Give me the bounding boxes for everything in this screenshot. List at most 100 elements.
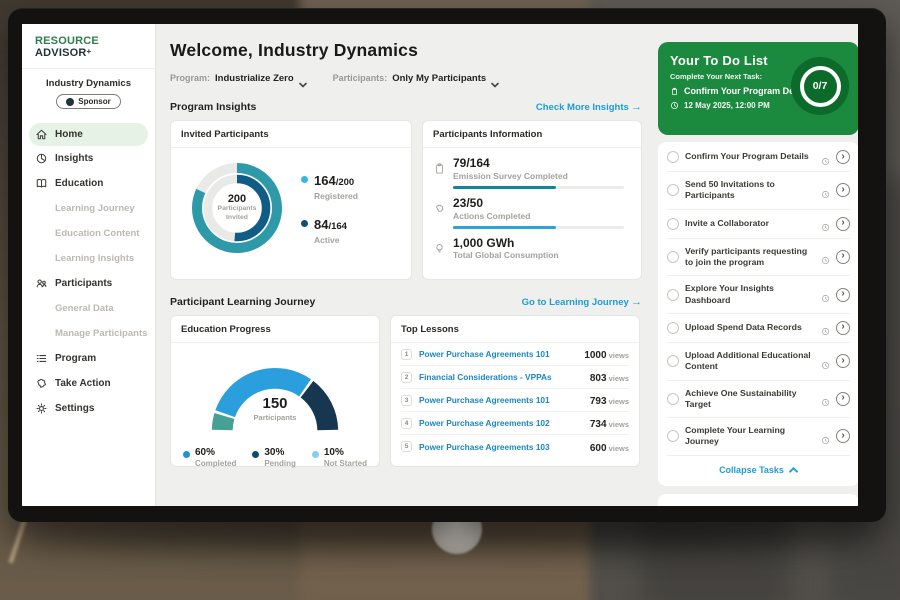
clock-icon xyxy=(821,323,830,332)
legend-dot xyxy=(252,451,259,458)
education-progress-card: Education Progress 150 Participants 60% … xyxy=(170,315,380,467)
lesson-row-5[interactable]: 5 Power Purchase Agreements 103 600views xyxy=(401,435,629,458)
checkbox[interactable] xyxy=(667,151,679,163)
lesson-link[interactable]: Power Purchase Agreements 103 xyxy=(419,442,583,452)
sidebar: RESOURCE ADVISOR+ Industry Dynamics Spon… xyxy=(22,24,156,506)
sidebar-item-label: Learning Journey xyxy=(55,203,135,214)
chevron-right-button[interactable] xyxy=(836,288,850,302)
lesson-views-unit: views xyxy=(609,397,629,406)
checkbox[interactable] xyxy=(667,218,679,230)
todo-next-date-label: 12 May 2025, 12:00 PM xyxy=(684,101,770,110)
sidebar-nav: Home Insights Education Learning Journey… xyxy=(22,123,155,421)
sidebar-item-learning-journey[interactable]: Learning Journey xyxy=(22,196,155,221)
todo-item-2: Send 50 Invitations to Participants xyxy=(667,172,850,210)
chevron-right-button[interactable] xyxy=(836,183,850,197)
sidebar-item-program[interactable]: Program xyxy=(22,346,155,371)
lesson-row-4[interactable]: 4 Power Purchase Agreements 102 734views xyxy=(401,412,629,435)
participants-filter[interactable]: Participants: Only My Participants xyxy=(333,73,500,84)
checkbox[interactable] xyxy=(667,430,679,442)
sidebar-item-manage-participants[interactable]: Manage Participants xyxy=(22,321,155,346)
chevron-right-button[interactable] xyxy=(836,150,850,164)
chevron-down-icon xyxy=(491,75,499,81)
sponsor-badge: Sponsor xyxy=(56,94,120,109)
collapse-tasks-link[interactable]: Collapse Tasks xyxy=(667,456,850,485)
lesson-link[interactable]: Power Purchase Agreements 101 xyxy=(419,395,583,405)
sidebar-item-education[interactable]: Education xyxy=(22,171,155,196)
todo-progress-ring: 0/7 xyxy=(791,57,849,115)
dashboard-screen: RESOURCE ADVISOR+ Industry Dynamics Spon… xyxy=(22,24,858,506)
participants-filter-label: Participants: xyxy=(333,73,388,83)
participants-filter-value: Only My Participants xyxy=(392,73,486,84)
sidebar-item-general-data[interactable]: General Data xyxy=(22,296,155,321)
chevron-right-button[interactable] xyxy=(836,354,850,368)
home-icon xyxy=(35,128,48,141)
bulb-icon xyxy=(433,242,446,255)
todo-item-label: Complete Your Learning Journey xyxy=(685,425,815,448)
checkbox[interactable] xyxy=(667,184,679,196)
chevron-up-icon xyxy=(789,467,798,473)
checkbox[interactable] xyxy=(667,289,679,301)
lesson-views-unit: views xyxy=(609,351,629,360)
check-more-insights-link[interactable]: Check More Insights xyxy=(536,101,642,113)
sidebar-item-label: General Data xyxy=(55,303,114,314)
sidebar-item-education-content[interactable]: Education Content xyxy=(22,221,155,246)
todo-list-card: Confirm Your Program Details Send 50 Inv… xyxy=(658,142,858,486)
chevron-right-button[interactable] xyxy=(836,217,850,231)
lesson-row-3[interactable]: 3 Power Purchase Agreements 101 793views xyxy=(401,389,629,412)
todo-summary-card: Your To Do List Complete Your Next Task:… xyxy=(658,42,858,135)
recent-news-card: Recent News xyxy=(658,494,858,506)
sidebar-item-settings[interactable]: Settings xyxy=(22,396,155,421)
sidebar-item-learning-insights[interactable]: Learning Insights xyxy=(22,246,155,271)
gear-icon xyxy=(35,402,48,415)
clock-icon xyxy=(821,252,830,261)
legend-total: /200 xyxy=(336,177,355,188)
chevron-right-button[interactable] xyxy=(836,392,850,406)
participants-information-card: Participants Information 79/164 Emission… xyxy=(422,120,642,280)
sidebar-item-home[interactable]: Home xyxy=(29,123,148,146)
puzzle-icon xyxy=(35,377,48,390)
todo-item-label: Explore Your Insights Dashboard xyxy=(685,283,815,306)
legend-item-registered: 164/200 Registered xyxy=(301,172,358,201)
sidebar-item-take-action[interactable]: Take Action xyxy=(22,371,155,396)
legend-item-active: 84/164 Active xyxy=(301,216,358,245)
lesson-link[interactable]: Power Purchase Agreements 102 xyxy=(419,418,583,428)
gauge-legend: 60% Completed 30% Pending 10% Not Starte… xyxy=(181,441,369,468)
todo-item-label: Send 50 Invitations to Participants xyxy=(685,179,815,202)
lesson-link[interactable]: Power Purchase Agreements 101 xyxy=(419,349,577,359)
legend-label: Pending xyxy=(264,459,296,468)
progress-track xyxy=(453,226,624,229)
lesson-row-2[interactable]: 2 Financial Considerations - VPPAs 803vi… xyxy=(401,366,629,389)
sidebar-item-label: Learning Insights xyxy=(55,253,134,264)
legend-item-pending: 30% Pending xyxy=(252,447,296,468)
legend-label: Completed xyxy=(195,459,236,468)
top-lessons-card: Top Lessons 1 Power Purchase Agreements … xyxy=(390,315,640,467)
lesson-row-1[interactable]: 1 Power Purchase Agreements 101 1000view… xyxy=(401,343,629,366)
brand-secondary: ADVISOR xyxy=(35,47,87,59)
chevron-right-button[interactable] xyxy=(836,321,850,335)
participants-information-stats: 79/164 Emission Survey Completed 23/50 A… xyxy=(433,148,631,260)
stat-value: 23/50 xyxy=(453,197,631,211)
checkbox[interactable] xyxy=(667,355,679,367)
checkbox[interactable] xyxy=(667,393,679,405)
participants-icon xyxy=(35,277,48,290)
stat-label: Actions Completed xyxy=(453,211,631,221)
chevron-right-button[interactable] xyxy=(836,429,850,443)
chevron-right-button[interactable] xyxy=(836,250,850,264)
sidebar-item-label: Take Action xyxy=(55,378,111,389)
donut-center-label: 200 Participants Invited xyxy=(187,158,287,258)
go-to-learning-journey-link[interactable]: Go to Learning Journey xyxy=(522,296,642,308)
learning-cards-row: Education Progress 150 Participants 60% … xyxy=(170,315,642,467)
checkbox[interactable] xyxy=(667,251,679,263)
sidebar-item-insights[interactable]: Insights xyxy=(22,146,155,171)
sidebar-item-participants[interactable]: Participants xyxy=(22,271,155,296)
checkbox[interactable] xyxy=(667,322,679,334)
lesson-views-unit: views xyxy=(609,374,629,383)
program-filter[interactable]: Program: Industrialize Zero xyxy=(170,73,307,84)
list-icon xyxy=(35,352,48,365)
lesson-link[interactable]: Financial Considerations - VPPAs xyxy=(419,372,583,382)
todo-panel: Your To Do List Complete Your Next Task:… xyxy=(652,24,858,506)
learning-journey-header: Participant Learning Journey Go to Learn… xyxy=(170,295,642,309)
legend-value: 164 xyxy=(314,173,336,188)
stat-label: Emission Survey Completed xyxy=(453,171,631,181)
clock-icon xyxy=(821,153,830,162)
